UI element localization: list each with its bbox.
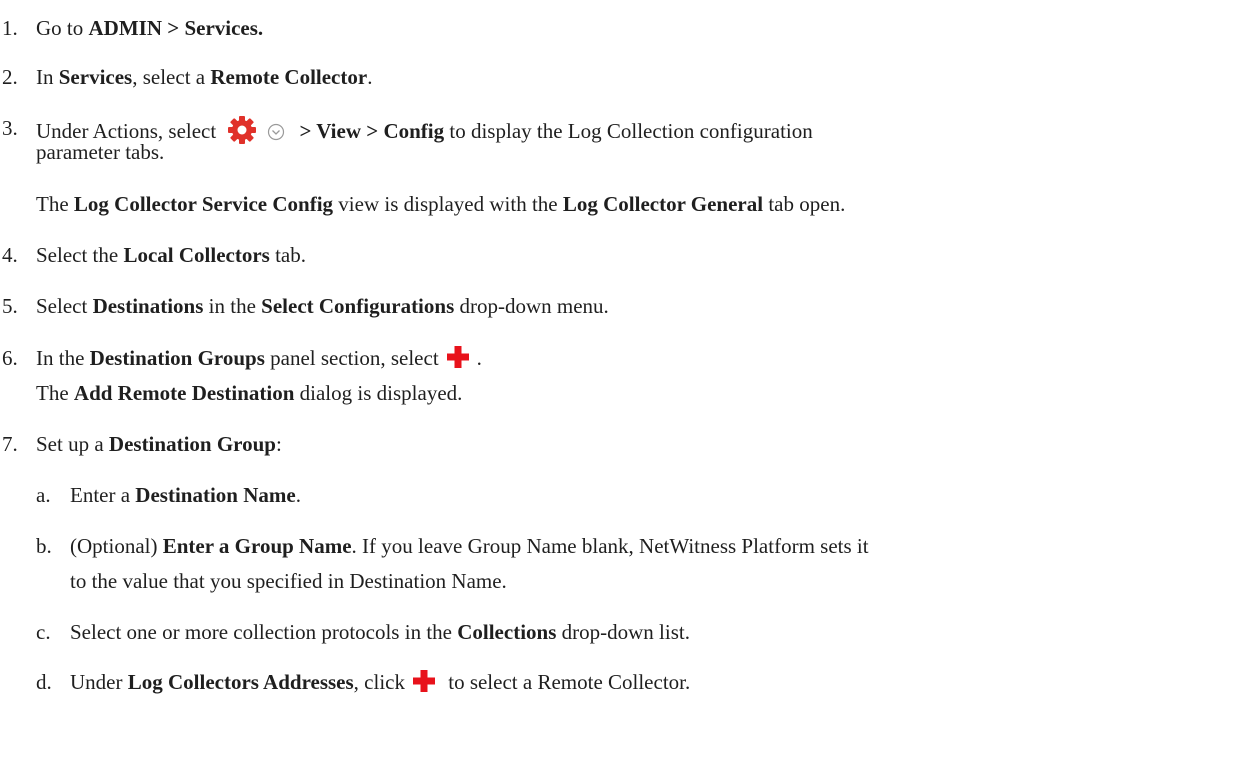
step-number: 5. — [2, 294, 18, 318]
step-text: Under — [70, 670, 128, 694]
step-text: parameter tabs. — [36, 140, 165, 164]
add-plus-icon — [412, 670, 435, 697]
ui-term: Services — [58, 65, 133, 89]
step-number: 3. — [2, 116, 18, 140]
ui-term: Destination Name — [135, 483, 296, 507]
step-text: (Optional) — [70, 534, 163, 558]
step-text: In — [36, 65, 59, 89]
step-text: . — [367, 65, 373, 89]
step-text: Go to — [36, 16, 89, 40]
step-text: , select a — [132, 65, 211, 89]
note-text: tab open. — [763, 192, 846, 216]
ui-term: Add Remote Destination — [73, 381, 295, 405]
step-text: , click — [353, 670, 405, 694]
step-text: to the value that you specified in Desti… — [70, 569, 507, 593]
step-text: Select the — [36, 243, 124, 267]
step-text: Set up a — [36, 432, 109, 456]
step-text: . — [295, 483, 301, 507]
menu-path: > View > Config — [299, 119, 445, 143]
note-text: view is displayed with the — [333, 192, 563, 216]
note-text: dialog is displayed. — [294, 381, 463, 405]
step-text: tab. — [269, 243, 306, 267]
step-number: 1. — [2, 16, 18, 40]
note-text: The — [36, 192, 74, 216]
step-text: Enter a — [70, 483, 136, 507]
substep-letter: b. — [36, 534, 52, 558]
ui-term: Log Collectors Addresses — [127, 670, 354, 694]
substep-letter: a. — [36, 483, 51, 507]
step-text: Select — [36, 294, 93, 318]
add-plus-icon — [446, 346, 469, 373]
step-text: . — [476, 346, 482, 370]
ui-term: Select Configurations — [261, 294, 455, 318]
step-text: In the — [36, 346, 90, 370]
step-text: to display the Log Collection configurat… — [444, 119, 813, 143]
procedure-page: 1. Go to ADMIN > Services. 2. In Service… — [0, 0, 1241, 770]
ui-term: Remote Collector — [210, 65, 368, 89]
ui-term: Enter a Group Name — [162, 534, 352, 558]
ui-term: Local Collectors — [123, 243, 270, 267]
ui-term: Log Collector General — [562, 192, 764, 216]
ui-term: Destination Group — [108, 432, 276, 456]
step-text: panel section, select — [264, 346, 439, 370]
gear-icon — [227, 116, 257, 149]
step-number: 7. — [2, 432, 18, 456]
step-text: to select a Remote Collector. — [442, 670, 691, 694]
chevron-down-circle-icon — [267, 122, 285, 146]
note-text: The — [36, 381, 74, 405]
step-text: : — [275, 432, 282, 456]
substep-letter: c. — [36, 620, 51, 644]
step-number: 6. — [2, 346, 18, 370]
step-text: . If you leave Group Name blank, NetWitn… — [351, 534, 869, 558]
step-text: drop-down menu. — [454, 294, 609, 318]
ui-term: Collections — [457, 620, 557, 644]
step-text: Select one or more collection protocols … — [70, 620, 458, 644]
substep-letter: d. — [36, 670, 52, 694]
step-text: in the — [203, 294, 262, 318]
ui-term: Destination Groups — [89, 346, 265, 370]
ui-term: Destinations — [92, 294, 204, 318]
ui-term: Log Collector Service Config — [73, 192, 334, 216]
menu-path: ADMIN > Services. — [88, 16, 264, 40]
step-number: 2. — [2, 65, 18, 89]
step-number: 4. — [2, 243, 18, 267]
step-text: drop-down list. — [556, 620, 690, 644]
